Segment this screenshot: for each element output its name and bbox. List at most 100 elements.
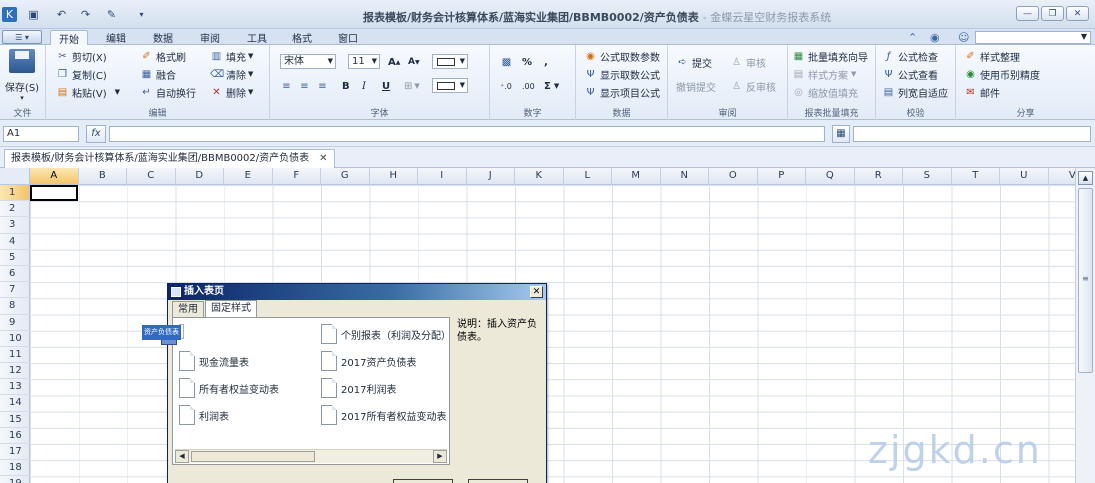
- column-header[interactable]: M: [612, 168, 661, 185]
- decrease-decimal-button[interactable]: .00: [522, 78, 535, 94]
- comma-button[interactable]: ,: [544, 54, 548, 70]
- template-item-2017-balance[interactable]: 2017资产负债表: [321, 351, 416, 371]
- column-header[interactable]: L: [563, 168, 612, 185]
- template-item-equity-change[interactable]: 所有者权益变动表: [179, 378, 279, 398]
- col-width-button[interactable]: ▤ 列宽自适应: [882, 84, 948, 100]
- row-header[interactable]: 18: [0, 460, 30, 477]
- column-header[interactable]: E: [224, 168, 273, 185]
- row-header[interactable]: 15: [0, 411, 30, 428]
- column-header[interactable]: C: [127, 168, 176, 185]
- row-header[interactable]: 4: [0, 233, 30, 250]
- row-header[interactable]: 14: [0, 395, 30, 412]
- style-sort-button[interactable]: ✐ 样式整理: [964, 48, 1020, 64]
- template-item-balance-sheet[interactable]: 资产负债表: [142, 324, 184, 345]
- row-header[interactable]: 12: [0, 363, 30, 380]
- bold-button[interactable]: B: [342, 78, 350, 94]
- row-header[interactable]: 3: [0, 217, 30, 234]
- decrease-font-button[interactable]: A ▼: [408, 54, 420, 70]
- column-header[interactable]: O: [709, 168, 758, 185]
- column-header[interactable]: F: [272, 168, 321, 185]
- customize-dropdown-icon[interactable]: ▾: [134, 7, 149, 22]
- unaudit-button[interactable]: ♙ 反审核: [730, 78, 776, 94]
- select-all-corner[interactable]: [0, 168, 30, 185]
- dialog-close-button[interactable]: ✕: [530, 286, 543, 298]
- cut-button[interactable]: ✂ 剪切(X): [56, 48, 106, 64]
- row-header[interactable]: 17: [0, 444, 30, 461]
- show-formula-button[interactable]: Ψ 显示取数公式: [584, 66, 660, 82]
- tab-tools[interactable]: 工具: [237, 30, 277, 45]
- withdraw-button[interactable]: 撤销提交: [676, 78, 716, 94]
- undo-icon[interactable]: ↶: [54, 7, 69, 22]
- column-header[interactable]: T: [951, 168, 1000, 185]
- tab-format[interactable]: 格式: [282, 30, 322, 45]
- fill-pos-button[interactable]: ◎ 缩放值填充: [792, 84, 858, 100]
- align-center-button[interactable]: ≡: [298, 78, 314, 94]
- column-header[interactable]: U: [1000, 168, 1049, 185]
- row-header[interactable]: 2: [0, 201, 30, 218]
- underline-button[interactable]: U: [382, 78, 390, 94]
- increase-font-button[interactable]: A ▲: [388, 54, 400, 70]
- style-plan-button[interactable]: ▤ 样式方案 ▼: [792, 66, 857, 82]
- formula-input[interactable]: [109, 126, 825, 142]
- search-dropdown-icon[interactable]: ▼: [1081, 32, 1087, 41]
- save-quick-icon[interactable]: ▣: [26, 7, 41, 22]
- column-header[interactable]: V: [1048, 168, 1075, 185]
- audit-button[interactable]: ♙ 审核: [730, 54, 766, 70]
- minimize-button[interactable]: —: [1016, 6, 1039, 21]
- use-precision-button[interactable]: ◉ 使用币别精度: [964, 66, 1040, 82]
- percent-button[interactable]: %: [522, 54, 532, 70]
- column-header[interactable]: I: [418, 168, 467, 185]
- fill-color-select[interactable]: ▼: [432, 78, 468, 93]
- sum-button[interactable]: Σ ▼: [544, 78, 559, 94]
- copy-button[interactable]: ❐ 复制(C): [56, 66, 107, 82]
- dialog-tab-fixed-style[interactable]: 固定样式: [205, 300, 257, 317]
- close-tab-icon[interactable]: ✕: [319, 153, 327, 164]
- row-header[interactable]: 13: [0, 379, 30, 396]
- tab-review[interactable]: 审阅: [190, 30, 230, 45]
- column-header[interactable]: A: [30, 168, 79, 185]
- font-family-select[interactable]: 宋体 ▼: [280, 54, 336, 69]
- template-item-2017-income[interactable]: 2017利润表: [321, 378, 396, 398]
- restore-button[interactable]: ❐: [1041, 6, 1064, 21]
- row-header[interactable]: 10: [0, 330, 30, 347]
- tab-edit[interactable]: 编辑: [96, 30, 136, 45]
- formula-view-button[interactable]: Ψ 公式查看: [882, 66, 938, 82]
- column-header[interactable]: S: [903, 168, 952, 185]
- align-left-button[interactable]: ≡: [280, 78, 296, 94]
- tab-home[interactable]: 开始: [50, 30, 88, 46]
- search-input[interactable]: ▼: [975, 31, 1091, 44]
- auto-wrap-button[interactable]: ↵ 自动换行: [140, 84, 196, 100]
- format-painter-button[interactable]: ✐ 格式刷: [140, 48, 186, 64]
- currency-button[interactable]: ▩: [500, 54, 516, 70]
- template-item-income[interactable]: 利润表: [179, 405, 229, 425]
- dialog-ok-button[interactable]: [393, 479, 453, 483]
- dialog-tab-common[interactable]: 常用: [172, 301, 204, 317]
- batch-wizard-button[interactable]: ▦ 批量填充向导: [792, 48, 868, 64]
- paste-button[interactable]: ▤ 粘贴(V) ▼: [56, 84, 120, 100]
- save-button[interactable]: 保存(S) ▾: [3, 49, 41, 102]
- app-menu-button[interactable]: ☰ ▾: [2, 30, 42, 44]
- name-box[interactable]: A1: [3, 126, 79, 142]
- align-right-button[interactable]: ≡: [316, 78, 332, 94]
- vertical-scrollbar[interactable]: ▲ ≡: [1075, 168, 1095, 483]
- row-header[interactable]: 11: [0, 346, 30, 364]
- column-header[interactable]: P: [757, 168, 806, 185]
- submit-button[interactable]: ➪ 提交: [676, 54, 712, 70]
- collapse-ribbon-icon[interactable]: ⌃: [908, 31, 917, 44]
- help-icon[interactable]: ◉: [930, 31, 940, 44]
- increase-decimal-button[interactable]: ⁺.0: [500, 78, 512, 94]
- active-cell-a1[interactable]: [30, 185, 78, 201]
- calendar-icon[interactable]: ▦: [832, 125, 850, 143]
- column-header[interactable]: H: [369, 168, 418, 185]
- clear-button[interactable]: ⌫ 清除 ▼: [210, 66, 253, 82]
- formula-params-button[interactable]: ◉ 公式取数参数: [584, 48, 660, 64]
- row-header[interactable]: 19: [0, 476, 30, 483]
- tab-window[interactable]: 窗口: [328, 30, 368, 45]
- show-project-button[interactable]: Ψ 显示项目公式: [584, 84, 660, 100]
- scroll-right-button[interactable]: ▶: [433, 450, 447, 463]
- row-header[interactable]: 16: [0, 427, 30, 444]
- row-header[interactable]: 5: [0, 249, 30, 266]
- fill-button[interactable]: ▥ 填充 ▼: [210, 48, 254, 64]
- font-size-select[interactable]: 11 ▼: [348, 54, 380, 69]
- tab-data[interactable]: 数据: [143, 30, 183, 45]
